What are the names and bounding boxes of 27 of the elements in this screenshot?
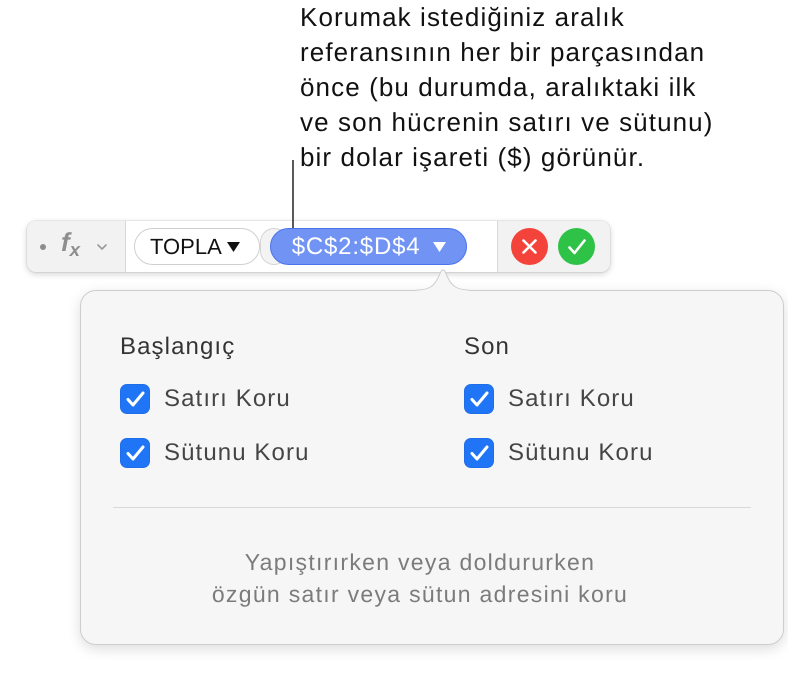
checkbox-label[interactable]: Satırı Koru <box>508 385 635 413</box>
leader-line <box>292 160 294 228</box>
caret-icon <box>433 242 446 252</box>
tick-icon <box>126 391 144 407</box>
dot-icon <box>40 244 46 250</box>
section-heading: Başlangıç <box>120 332 236 362</box>
section-heading: Son <box>464 332 510 362</box>
checkbox[interactable] <box>464 438 494 468</box>
callout-text: Korumak istediğiniz aralık referansının her bir parçasından önce (bu durumda, aralıktaki ilk ve son hücrenin satırı ve sütunu) bir dolar işareti ($) görünür. <box>300 1 714 174</box>
cross-icon <box>522 239 537 254</box>
checkbox[interactable] <box>120 438 150 468</box>
caret-icon <box>226 242 240 252</box>
checkbox[interactable] <box>464 384 494 414</box>
note-text: Yapıştırırken veya doldururken özgün satır veya sütun adresini koru <box>212 548 628 609</box>
formula-token[interactable]: TOPLA <box>134 228 260 265</box>
tick-icon <box>126 445 144 461</box>
tick-icon <box>470 445 488 461</box>
checkbox-label[interactable]: Satırı Koru <box>164 385 291 413</box>
checkbox-label[interactable]: Sütunu Koru <box>508 439 654 467</box>
chevron-icon[interactable] <box>97 244 108 250</box>
cancel-button[interactable] <box>511 228 548 265</box>
token-label: TOPLA <box>150 234 222 260</box>
checkbox[interactable] <box>120 384 150 414</box>
check-icon <box>568 238 586 254</box>
checkbox-label[interactable]: Sütunu Koru <box>164 439 310 467</box>
token-label: $C$2:$D$4 <box>292 232 420 260</box>
tick-icon <box>470 391 488 407</box>
